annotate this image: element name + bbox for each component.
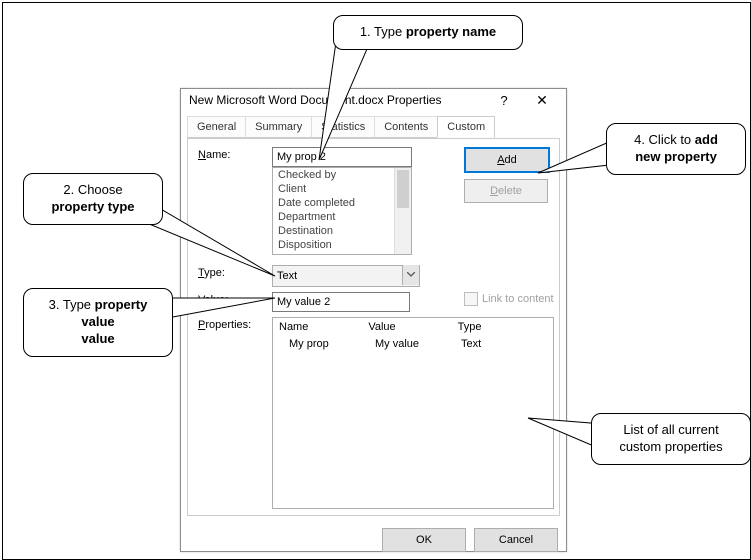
properties-table[interactable]: Name Value Type My prop My value Text xyxy=(272,317,554,509)
name-label: Name: xyxy=(198,147,266,161)
dialog-footer: OK Cancel xyxy=(181,522,566,558)
ok-button[interactable]: OK xyxy=(382,528,466,552)
callout-5: List of all currentcustom properties xyxy=(591,413,751,465)
cancel-button[interactable]: Cancel xyxy=(474,528,558,552)
callout-1: 1. Type property name xyxy=(333,15,523,50)
chevron-down-icon[interactable] xyxy=(402,265,419,285)
tab-summary[interactable]: Summary xyxy=(245,116,312,138)
col-type: Type xyxy=(458,321,547,333)
delete-button: Delete xyxy=(464,179,548,203)
list-item[interactable]: Date completed xyxy=(273,196,411,210)
col-name: Name xyxy=(279,321,368,333)
callout-pointer-icon xyxy=(308,42,398,160)
cell-name: My prop xyxy=(289,338,375,350)
cell-value: My value xyxy=(375,338,461,350)
type-select[interactable]: Text xyxy=(272,265,420,287)
name-listbox[interactable]: Checked by Client Date completed Departm… xyxy=(272,167,412,255)
cell-type: Text xyxy=(461,338,547,350)
tab-custom[interactable]: Custom xyxy=(437,116,495,138)
table-row[interactable]: My prop My value Text xyxy=(273,336,553,352)
checkbox-icon xyxy=(464,292,478,306)
list-item[interactable]: Department xyxy=(273,210,411,224)
type-value: Text xyxy=(277,270,297,282)
help-button[interactable]: ? xyxy=(486,89,522,111)
callout-2: 2. Chooseproperty type xyxy=(23,173,163,225)
scrollbar-thumb[interactable] xyxy=(397,170,409,208)
close-button[interactable]: ✕ xyxy=(524,89,560,111)
list-item[interactable]: Client xyxy=(273,182,411,196)
list-item[interactable]: Checked by xyxy=(273,168,411,182)
callout-3: 3. Type property valuevalue xyxy=(23,288,173,357)
link-label: Link to content xyxy=(482,293,554,305)
scrollbar[interactable] xyxy=(394,168,411,254)
list-item[interactable]: Disposition xyxy=(273,238,411,252)
tab-general[interactable]: General xyxy=(187,116,246,138)
link-to-content: Link to content xyxy=(464,292,554,306)
list-item[interactable]: Destination xyxy=(273,224,411,238)
value-input[interactable] xyxy=(272,292,410,312)
callout-4: 4. Click to add new property xyxy=(606,123,746,175)
col-value: Value xyxy=(368,321,457,333)
